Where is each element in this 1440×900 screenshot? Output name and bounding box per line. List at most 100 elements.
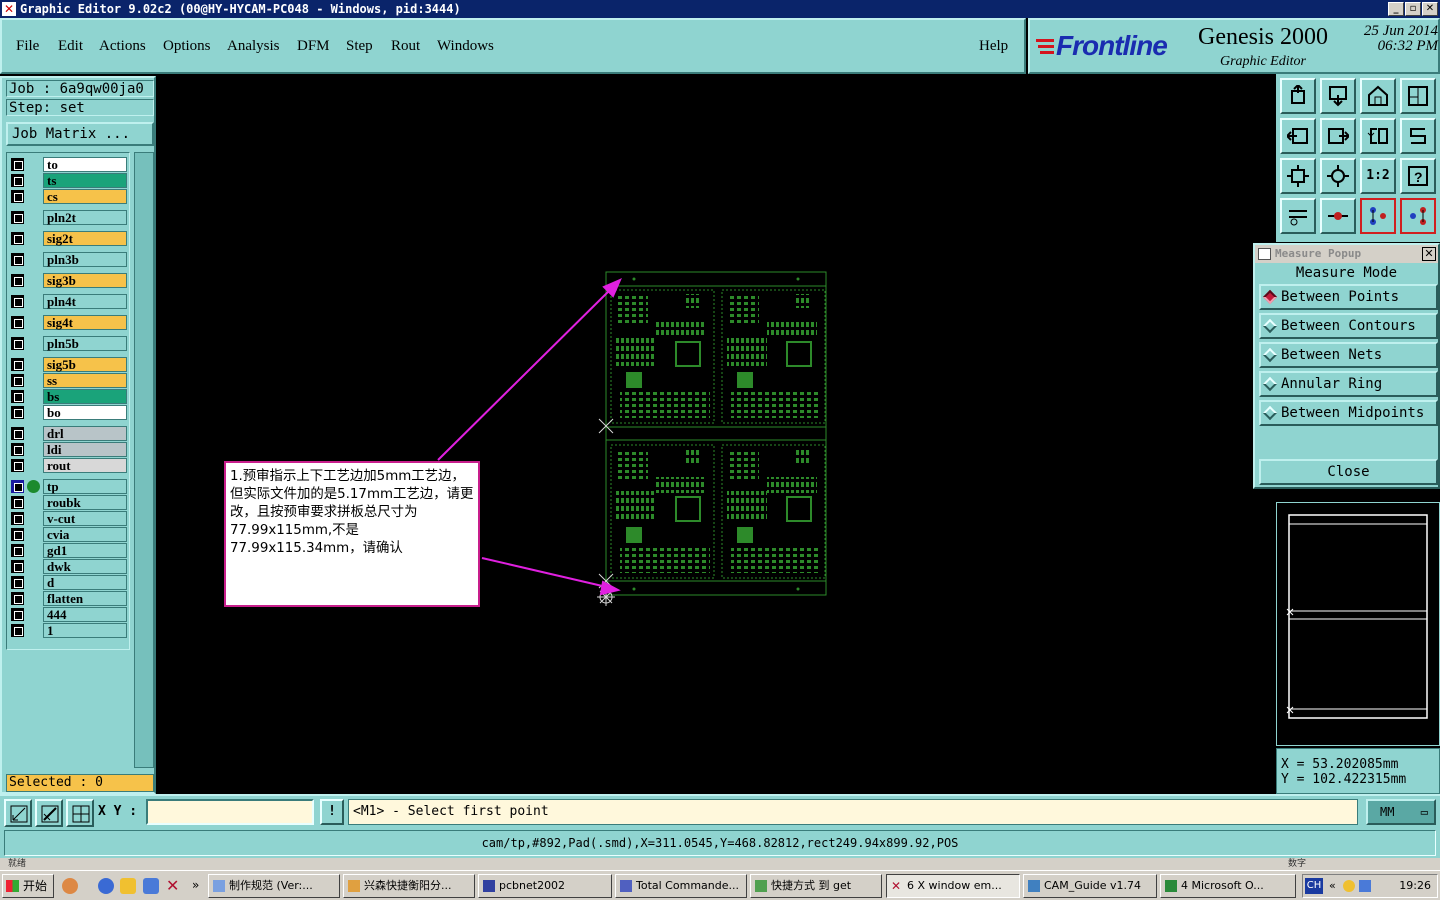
layer-row-sig4t[interactable]: sig4t (9, 315, 129, 330)
layer-checkbox[interactable] (11, 253, 24, 266)
layer-checkbox[interactable] (11, 624, 24, 637)
layer-name[interactable]: bs (43, 389, 127, 404)
task-button[interactable]: CAM_Guide v1.74 (1023, 874, 1157, 898)
menu-rout[interactable]: Rout (391, 38, 420, 55)
layer-row-dwk[interactable]: dwk (9, 559, 129, 574)
task-button[interactable]: 4 Microsoft O... (1160, 874, 1296, 898)
layer-name[interactable]: flatten (43, 591, 127, 606)
layer-name[interactable]: ss (43, 373, 127, 388)
pan-down-icon[interactable] (1320, 78, 1356, 114)
layer-row-gd1[interactable]: gd1 (9, 543, 129, 558)
menu-options[interactable]: Options (163, 38, 211, 55)
layer-row-ss[interactable]: ss (9, 373, 129, 388)
measure-option-annular-ring[interactable]: Annular Ring (1259, 371, 1438, 397)
layer-name[interactable]: rout (43, 458, 127, 473)
tray-expand-icon[interactable]: « (1329, 875, 1336, 897)
layer-checkbox[interactable] (11, 374, 24, 387)
layer-row-to[interactable]: to (9, 157, 129, 172)
layer-checkbox[interactable] (11, 174, 24, 187)
zoom-1-to-2-icon[interactable]: 1:2 (1360, 158, 1396, 194)
task-button[interactable]: 兴森快捷衡阳分... (343, 874, 475, 898)
grid-icon[interactable] (66, 799, 94, 827)
layer-name[interactable]: ts (43, 173, 127, 188)
tools-icon[interactable] (1280, 198, 1316, 234)
measure-option-between-contours[interactable]: Between Contours (1259, 313, 1438, 339)
layer-row-tp[interactable]: tp (9, 479, 129, 494)
layer-name[interactable]: drl (43, 426, 127, 441)
chevron-more-icon[interactable]: » (192, 878, 208, 894)
layer-row-ldi[interactable]: ldi (9, 442, 129, 457)
menu-edit[interactable]: Edit (58, 38, 83, 55)
input-language-indicator[interactable]: CH (1305, 878, 1323, 894)
layer-name[interactable]: pln4t (43, 294, 127, 309)
menu-actions[interactable]: Actions (99, 38, 146, 55)
graphics-canvas[interactable]: 1.预审指示上下工艺边加5mm工艺边，但实际文件加的是5.17mm工艺边，请更改… (156, 74, 1276, 794)
layer-checkbox[interactable] (11, 274, 24, 287)
pan-right-icon[interactable] (1320, 118, 1356, 154)
alert-button[interactable]: ! (320, 799, 344, 825)
zoom-home-up-icon[interactable] (1280, 78, 1316, 114)
measure-option-between-midpoints[interactable]: Between Midpoints (1259, 400, 1438, 426)
close-window-button[interactable]: ✕ (1422, 2, 1438, 16)
layer-row-sig3b[interactable]: sig3b (9, 273, 129, 288)
layer-row-rout[interactable]: rout (9, 458, 129, 473)
minimize-button[interactable]: _ (1388, 2, 1404, 16)
layer-name[interactable]: pln2t (43, 210, 127, 225)
maximize-button[interactable]: ▫ (1405, 2, 1421, 16)
pan-left-icon[interactable] (1280, 118, 1316, 154)
layer-checkbox[interactable] (11, 337, 24, 350)
job-matrix-button[interactable]: Job Matrix ... (6, 122, 154, 146)
menu-windows[interactable]: Windows (437, 38, 494, 55)
tray-app-icon[interactable] (1343, 880, 1355, 892)
layer-checkbox[interactable] (11, 232, 24, 245)
layer-name[interactable]: dwk (43, 559, 127, 574)
measure-close-button[interactable]: Close (1259, 459, 1438, 485)
clock-app-icon[interactable] (120, 878, 136, 894)
layer-checkbox[interactable] (11, 496, 24, 509)
layer-name[interactable]: to (43, 157, 127, 172)
layer-name[interactable]: gd1 (43, 543, 127, 558)
layer-row-sig2t[interactable]: sig2t (9, 231, 129, 246)
layer-name[interactable]: sig2t (43, 231, 127, 246)
measure-option-between-nets[interactable]: Between Nets (1259, 342, 1438, 368)
component-display-icon[interactable] (1400, 198, 1436, 234)
layer-checkbox[interactable] (11, 512, 24, 525)
layer-row-pln3b[interactable]: pln3b (9, 252, 129, 267)
quicklaunch-app-icon[interactable] (62, 878, 78, 894)
layer-checkbox[interactable] (11, 544, 24, 557)
layer-name[interactable]: tp (43, 479, 127, 494)
layer-row-pln5b[interactable]: pln5b (9, 336, 129, 351)
measure-close-x-button[interactable]: ✕ (1422, 247, 1436, 261)
layer-name[interactable]: sig3b (43, 273, 127, 288)
layer-row-444[interactable]: 444 (9, 607, 129, 622)
layer-checkbox[interactable] (11, 608, 24, 621)
redraw-icon[interactable] (1400, 118, 1436, 154)
layer-checkbox[interactable] (11, 295, 24, 308)
layer-name[interactable]: pln5b (43, 336, 127, 351)
layer-checkbox[interactable] (11, 443, 24, 456)
layer-checkbox[interactable] (11, 560, 24, 573)
task-button[interactable]: Total Commande... (615, 874, 747, 898)
menu-file[interactable]: File (16, 38, 39, 55)
layer-checkbox[interactable] (11, 427, 24, 440)
task-button[interactable]: 制作规范 (Ver:... (208, 874, 340, 898)
units-selector[interactable]: MM ▭ (1366, 799, 1436, 825)
layer-row-drl[interactable]: drl (9, 426, 129, 441)
window-split-icon[interactable] (1400, 78, 1436, 114)
layer-checkbox[interactable] (11, 358, 24, 371)
task-button[interactable]: 快捷方式 到 get (750, 874, 882, 898)
layer-name[interactable]: sig5b (43, 357, 127, 372)
layer-row-v-cut[interactable]: v-cut (9, 511, 129, 526)
layer-name[interactable]: 444 (43, 607, 127, 622)
menu-analysis[interactable]: Analysis (227, 38, 280, 55)
zoom-fit-icon[interactable] (1280, 158, 1316, 194)
highlight-pad-icon[interactable] (1320, 198, 1356, 234)
layer-name[interactable]: ldi (43, 442, 127, 457)
layer-row-1[interactable]: 1 (9, 623, 129, 638)
layer-row-roubk[interactable]: roubk (9, 495, 129, 510)
measure-tool-icon[interactable] (35, 799, 63, 827)
x-server-icon[interactable]: ✕ (166, 878, 182, 894)
layer-row-bs[interactable]: bs (9, 389, 129, 404)
layer-checkbox[interactable] (11, 158, 24, 171)
layer-name[interactable]: cvia (43, 527, 127, 542)
